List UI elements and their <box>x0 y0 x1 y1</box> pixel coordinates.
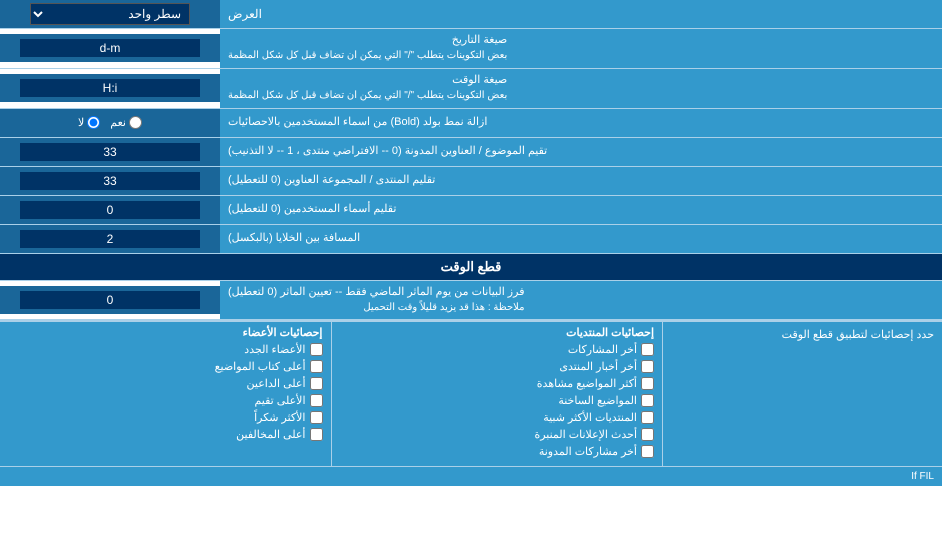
forum-stats-title: إحصائيات المنتديات <box>340 326 655 339</box>
cutoff-header: قطع الوقت <box>0 254 942 281</box>
check-similar-forums: المنتديات الأكثر شبية <box>340 411 655 424</box>
stats-label: حدد إحصائيات لتطبيق قطع الوقت <box>662 322 942 466</box>
cutoff-row-label: فرز البيانات من يوم الماثر الماضي فقط --… <box>220 281 942 320</box>
check-top-inviters-cb[interactable] <box>310 377 323 390</box>
check-top-writers-cb[interactable] <box>310 360 323 373</box>
forum-order-input[interactable] <box>20 172 200 190</box>
check-top-rated: الأعلى تقيم <box>8 394 323 407</box>
display-select[interactable]: سطر واحد سطرين ثلاثة أسطر <box>30 3 190 25</box>
check-most-thanked: الأكثر شكراً <box>8 411 323 424</box>
check-top-violators-cb[interactable] <box>310 428 323 441</box>
bottom-note: If FIL <box>0 466 942 486</box>
username-trim-input[interactable] <box>20 201 200 219</box>
stats-section: حدد إحصائيات لتطبيق قطع الوقت إحصائيات ا… <box>0 320 942 466</box>
date-format-input-cell <box>0 34 220 62</box>
cutoff-row: فرز البيانات من يوم الماثر الماضي فقط --… <box>0 281 942 321</box>
topic-order-input-cell <box>0 138 220 166</box>
check-blog-posts: أخر مشاركات المدونة <box>340 445 655 458</box>
cell-spacing-label: المسافة بين الخلايا (بالبكسل) <box>220 225 942 253</box>
check-top-writers: أعلى كتاب المواضيع <box>8 360 323 373</box>
display-select-cell: سطر واحد سطرين ثلاثة أسطر <box>0 0 220 28</box>
display-row: العرض سطر واحد سطرين ثلاثة أسطر <box>0 0 942 29</box>
topic-order-row: تقيم الموضوع / العناوين المدونة (0 -- ال… <box>0 138 942 167</box>
check-last-posts: أخر المشاركات <box>340 343 655 356</box>
check-most-thanked-cb[interactable] <box>310 411 323 424</box>
check-new-members: الأعضاء الجدد <box>8 343 323 356</box>
forum-order-label: تقليم المنتدى / المجموعة العناوين (0 للت… <box>220 167 942 195</box>
bold-yes-radio[interactable] <box>129 116 142 129</box>
username-trim-label: تقليم أسماء المستخدمين (0 للتعطيل) <box>220 196 942 224</box>
display-label: العرض <box>220 0 942 28</box>
bold-yes-label[interactable]: نعم <box>110 116 142 129</box>
bold-remove-radio-cell: نعم لا <box>0 109 220 137</box>
bold-remove-label: ازالة نمط بولد (Bold) من اسماء المستخدمي… <box>220 109 942 137</box>
date-format-input[interactable] <box>20 39 200 57</box>
username-trim-row: تقليم أسماء المستخدمين (0 للتعطيل) <box>0 196 942 225</box>
time-format-label: صيغة الوقتبعض التكوينات يتطلب "/" التي ي… <box>220 69 942 108</box>
member-stats-title: إحصائيات الأعضاء <box>8 326 323 339</box>
check-last-posts-cb[interactable] <box>641 343 654 356</box>
check-hot-topics-cb[interactable] <box>641 394 654 407</box>
topic-order-label: تقيم الموضوع / العناوين المدونة (0 -- ال… <box>220 138 942 166</box>
cutoff-input-cell <box>0 286 220 314</box>
check-forum-news-cb[interactable] <box>641 360 654 373</box>
forum-stats-col: إحصائيات المنتديات أخر المشاركات أخر أخب… <box>331 322 663 466</box>
check-top-rated-cb[interactable] <box>310 394 323 407</box>
check-most-viewed: أكثر المواضيع مشاهدة <box>340 377 655 390</box>
check-blog-posts-cb[interactable] <box>641 445 654 458</box>
bold-no-label[interactable]: لا <box>78 116 100 129</box>
topic-order-input[interactable] <box>20 143 200 161</box>
cell-spacing-input[interactable] <box>20 230 200 248</box>
forum-order-input-cell <box>0 167 220 195</box>
check-new-members-cb[interactable] <box>310 343 323 356</box>
bold-remove-row: ازالة نمط بولد (Bold) من اسماء المستخدمي… <box>0 109 942 138</box>
username-trim-input-cell <box>0 196 220 224</box>
check-announcements: أحدث الإعلانات المنبرة <box>340 428 655 441</box>
date-format-label: صيغة التاريخبعض التكوينات يتطلب "/" التي… <box>220 29 942 68</box>
time-format-row: صيغة الوقتبعض التكوينات يتطلب "/" التي ي… <box>0 69 942 109</box>
check-similar-forums-cb[interactable] <box>641 411 654 424</box>
time-format-input[interactable] <box>20 79 200 97</box>
check-forum-news: أخر أخبار المنتدى <box>340 360 655 373</box>
check-hot-topics: المواضيع الساخنة <box>340 394 655 407</box>
cell-spacing-input-cell <box>0 225 220 253</box>
check-most-viewed-cb[interactable] <box>641 377 654 390</box>
forum-order-row: تقليم المنتدى / المجموعة العناوين (0 للت… <box>0 167 942 196</box>
cell-spacing-row: المسافة بين الخلايا (بالبكسل) <box>0 225 942 254</box>
time-format-input-cell <box>0 74 220 102</box>
check-top-violators: أعلى المخالفين <box>8 428 323 441</box>
cutoff-input[interactable] <box>20 291 200 309</box>
check-announcements-cb[interactable] <box>641 428 654 441</box>
bold-no-radio[interactable] <box>87 116 100 129</box>
date-format-row: صيغة التاريخبعض التكوينات يتطلب "/" التي… <box>0 29 942 69</box>
member-stats-col: إحصائيات الأعضاء الأعضاء الجدد أعلى كتاب… <box>0 322 331 466</box>
check-top-inviters: أعلى الداعين <box>8 377 323 390</box>
